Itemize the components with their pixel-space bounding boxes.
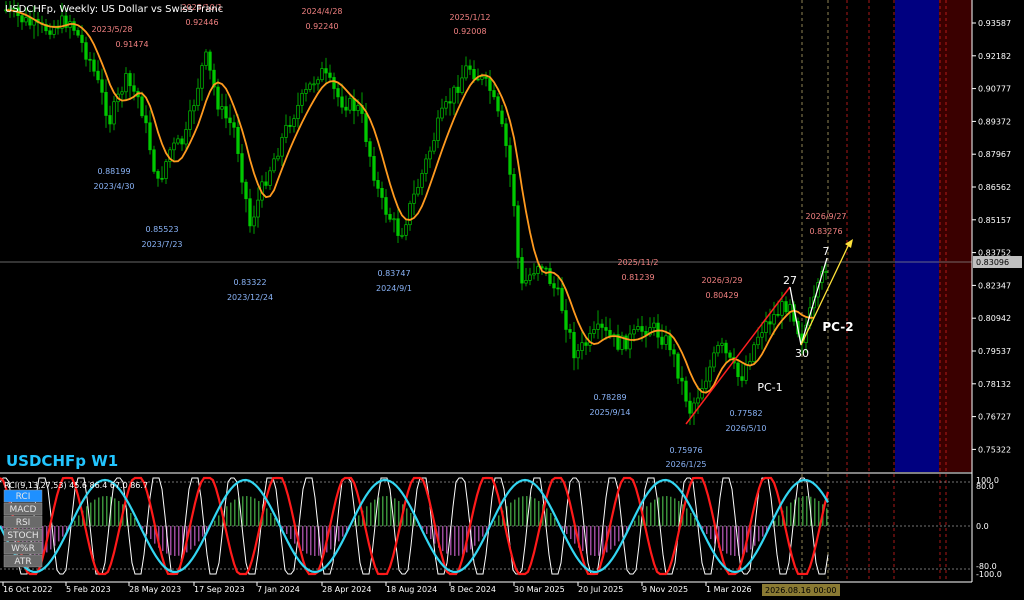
pattern-label-pc1: PC-1 [757, 381, 782, 394]
high-label-date: 2025/11/2 [617, 258, 658, 267]
high-label-price: 0.92240 [305, 22, 338, 31]
price-tick-label: 0.76727 [978, 413, 1011, 422]
time-tick-label: 18 Aug 2024 [386, 585, 437, 594]
time-tick-label: 17 Sep 2023 [194, 585, 245, 594]
rci-indicator-pane[interactable] [0, 476, 972, 576]
price-tick-label: 0.89372 [978, 117, 1011, 126]
pattern-label-pc2: PC-2 [822, 320, 853, 334]
low-label-date: 2024/9/1 [376, 284, 412, 293]
time-tick-label: 16 Oct 2022 [3, 585, 52, 594]
time-tick-label: 8 Dec 2024 [450, 585, 496, 594]
indicator-button-label: W%R [11, 544, 35, 554]
high-label-date: 2026/3/29 [701, 276, 742, 285]
high-label-date: 2026/9/27 [805, 212, 846, 221]
count-label: 27 [783, 274, 797, 287]
time-tick-label: 1 Mar 2026 [706, 585, 752, 594]
price-tick-label: 0.82347 [978, 281, 1011, 290]
price-tick-label: 0.92182 [978, 52, 1011, 61]
indicator-levels: 100.0 80.0 0.0 -80.0 -100.0 [976, 476, 1002, 579]
cursor-time-value: 2026.08.16 00:00 [765, 586, 836, 595]
low-label-date: 2026/1/25 [665, 460, 706, 469]
indicator-button-label: ATR [14, 557, 31, 567]
count-label: 7 [823, 245, 830, 258]
low-label-date: 2025/9/14 [589, 408, 630, 417]
level-label: 80.0 [976, 482, 994, 491]
indicator-button-label: STOCH [7, 531, 38, 541]
high-label-date: 2024/4/28 [301, 7, 342, 16]
high-label-price: 0.83276 [809, 227, 842, 236]
price-tick-label: 0.87967 [978, 150, 1011, 159]
symbol-badge: USDCHFp W1 [6, 452, 118, 470]
indicator-header: RCI(9,13,27,53) 45.6 86.4 67.0 86.7 [4, 481, 148, 490]
level-label: -100.0 [976, 570, 1002, 579]
time-tick-label: 28 Apr 2024 [322, 585, 371, 594]
time-tick-label: 9 Nov 2025 [642, 585, 688, 594]
future-zone-red [939, 0, 972, 472]
high-label-price: 0.80429 [705, 291, 738, 300]
count-label: 30 [795, 347, 809, 360]
low-label-date: 2023/7/23 [141, 240, 182, 249]
low-label-price: 0.85523 [145, 225, 178, 234]
level-label: 0.0 [976, 522, 989, 531]
time-tick-label: 7 Jan 2024 [257, 585, 300, 594]
price-tick-label: 0.80942 [978, 314, 1011, 323]
price-tick-label: 0.86562 [978, 183, 1011, 192]
indicator-button-label: MACD [10, 505, 37, 515]
price-tick-label: 0.75322 [978, 445, 1011, 454]
low-label-price: 0.83322 [233, 278, 266, 287]
high-label-date: 2025/1/12 [449, 13, 490, 22]
low-label-price: 0.88199 [97, 167, 130, 176]
time-tick-label: 30 Mar 2025 [514, 585, 565, 594]
high-label-price: 0.92446 [185, 18, 218, 27]
low-label-price: 0.83747 [377, 269, 410, 278]
high-label-price: 0.81239 [621, 273, 654, 282]
low-label-date: 2023/12/24 [227, 293, 273, 302]
price-axis[interactable]: 0.93587 0.92182 0.90777 0.89372 0.87967 0.865… [971, 0, 1011, 582]
time-tick-label: 28 May 2023 [129, 585, 181, 594]
trading-chart[interactable]: 2023/5/28 0.91474 2023/10/1 0.92446 2024… [0, 0, 1024, 600]
price-tick-label: 0.90777 [978, 85, 1011, 94]
price-tick-label: 0.85157 [978, 216, 1011, 225]
price-chart-area[interactable] [0, 0, 972, 472]
low-label-date: 2023/4/30 [93, 182, 134, 191]
future-zone-blue [895, 0, 939, 472]
time-axis[interactable]: 16 Oct 2022 5 Feb 2023 28 May 2023 17 Sep 2… [2, 582, 752, 594]
chart-title: USDCHFp, Weekly: US Dollar vs Swiss Fran… [5, 4, 223, 15]
time-tick-label: 5 Feb 2023 [66, 585, 111, 594]
low-label-price: 0.75976 [669, 446, 702, 455]
price-tick-label: 0.93587 [978, 19, 1011, 28]
high-label-price: 0.92008 [453, 27, 486, 36]
low-label-price: 0.78289 [593, 393, 626, 402]
high-label-date: 2023/5/28 [91, 25, 132, 34]
time-tick-label: 20 Jul 2025 [578, 585, 623, 594]
current-price-value: 0.83096 [976, 258, 1009, 267]
low-label-date: 2026/5/10 [725, 424, 766, 433]
low-label-price: 0.77582 [729, 409, 762, 418]
high-label-price: 0.91474 [115, 40, 148, 49]
price-tick-label: 0.79537 [978, 347, 1011, 356]
indicator-button-label: RCI [16, 492, 31, 502]
indicator-button-label: RSI [16, 518, 31, 528]
price-tick-label: 0.78132 [978, 380, 1011, 389]
